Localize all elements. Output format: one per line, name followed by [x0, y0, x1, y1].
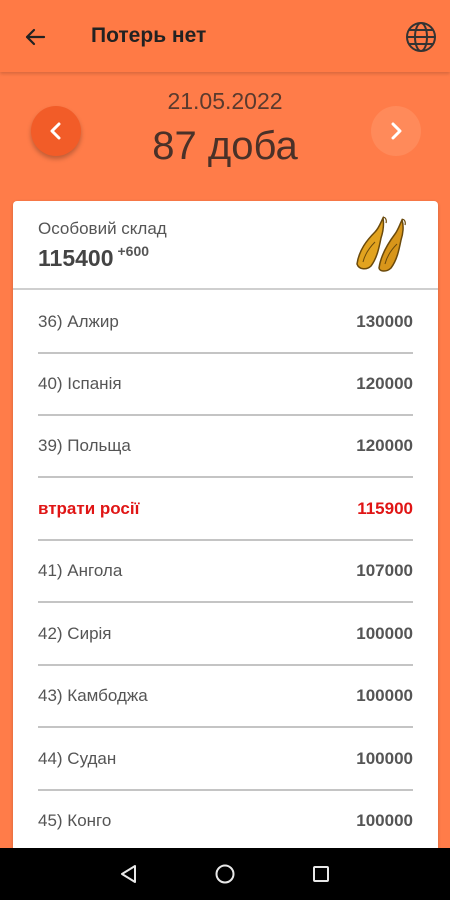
list-item: 41) Ангола 107000: [38, 539, 413, 603]
list-item: 40) Іспанія 120000: [38, 352, 413, 416]
country-value: 120000: [356, 374, 413, 393]
country-value: 100000: [356, 749, 413, 768]
shoes-icon: [356, 215, 406, 272]
globe-icon: [406, 22, 436, 52]
category-header: Особовий склад 115400 +600: [13, 201, 438, 290]
ranking-card: Особовий склад 115400 +600 36) Алжир 1300…: [13, 201, 438, 861]
arrow-left-icon: [25, 28, 46, 46]
back-button[interactable]: [20, 22, 50, 52]
nav-back-icon[interactable]: [118, 863, 140, 885]
chevron-right-icon: [391, 122, 402, 140]
country-name: 43) Камбоджа: [38, 686, 148, 705]
category-total: 115400 +600: [38, 243, 150, 272]
list-item-highlighted: втрати росії 115900: [38, 477, 413, 541]
list-item: 45) Конго 100000: [38, 789, 413, 853]
country-value: 120000: [356, 436, 413, 455]
list-item: 39) Польща 120000: [38, 414, 413, 478]
country-value: 107000: [356, 561, 413, 580]
list-item: 43) Камбоджа 100000: [38, 664, 413, 728]
russia-losses-label: втрати росії: [38, 499, 140, 518]
app-bar: Потерь нет: [0, 0, 450, 72]
list-item: 36) Алжир 130000: [38, 290, 413, 354]
list-item: 42) Сирія 100000: [38, 602, 413, 666]
category-value: 115400: [38, 245, 114, 271]
nav-recents-icon[interactable]: [310, 863, 332, 885]
country-name: 42) Сирія: [38, 624, 112, 643]
country-name: 45) Конго: [38, 811, 112, 830]
category-label: Особовий склад: [38, 219, 167, 238]
country-name: 41) Ангола: [38, 561, 123, 580]
system-navigation-bar: [0, 848, 450, 900]
nav-home-icon[interactable]: [214, 863, 236, 885]
language-button[interactable]: [404, 20, 438, 54]
country-name: 44) Судан: [38, 749, 117, 768]
country-name: 39) Польща: [38, 436, 131, 455]
next-day-button[interactable]: [371, 106, 421, 156]
country-value: 100000: [356, 811, 413, 830]
country-value: 100000: [356, 686, 413, 705]
chevron-left-icon: [50, 122, 61, 140]
country-value: 130000: [356, 312, 413, 331]
previous-day-button[interactable]: [31, 106, 81, 156]
page-title: Потерь нет: [91, 24, 207, 47]
country-name: 40) Іспанія: [38, 374, 122, 393]
category-delta: +600: [117, 243, 150, 259]
country-name: 36) Алжир: [38, 312, 119, 331]
list-item: 44) Судан 100000: [38, 727, 413, 791]
country-value: 100000: [356, 624, 413, 643]
russia-losses-value: 115900: [357, 499, 413, 518]
